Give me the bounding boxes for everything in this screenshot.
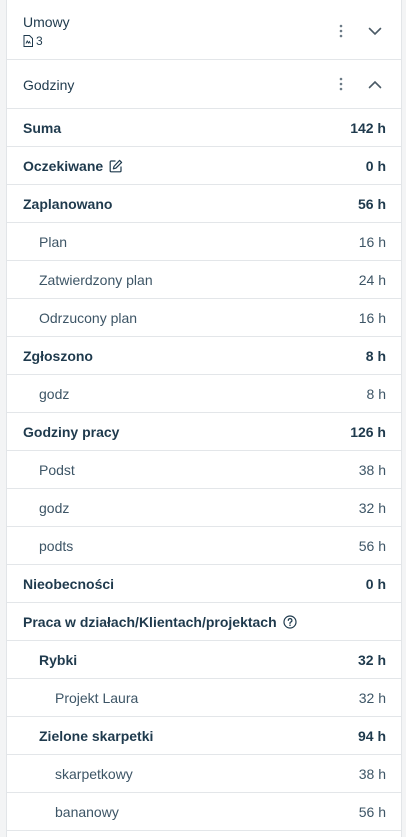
row-value: 24 h: [358, 272, 386, 288]
godziny-row: skarpetkowy 38 h: [7, 755, 401, 793]
godziny-row: Nieobecności 0 h: [7, 565, 401, 603]
row-label-text: Zatwierdzony plan: [39, 272, 153, 288]
godziny-row: Godziny pracy 126 h: [7, 413, 401, 451]
row-label: Oczekiwane: [23, 158, 123, 174]
umowy-count-value: 3: [36, 34, 43, 48]
row-label: godz: [39, 386, 69, 402]
row-label-text: Nieobecności: [23, 576, 115, 592]
godziny-row: Zatwierdzony plan 24 h: [7, 261, 401, 299]
row-label-text: podts: [39, 538, 74, 554]
row-label: skarpetkowy: [55, 766, 133, 782]
row-value: 8 h: [366, 386, 386, 402]
umowy-chevron-down-icon[interactable]: [363, 19, 387, 43]
row-value: 94 h: [357, 728, 386, 744]
godziny-row: Rybki 32 h: [7, 641, 401, 679]
row-label: podts: [39, 538, 73, 554]
godziny-summary-list: Suma 142 h Oczekiwane 0 h Zaplanowano 56 h Pla…: [7, 109, 401, 831]
godziny-row: Zgłoszono 8 h: [7, 337, 401, 375]
umowy-title: Umowy: [23, 14, 70, 30]
row-label: godz: [39, 500, 69, 516]
row-label: Odrzucony plan: [39, 310, 137, 326]
godziny-row: Praca w działach/Klientach/projektach: [7, 603, 401, 641]
row-label: Zaplanowano: [23, 196, 112, 212]
row-label-text: godz: [39, 500, 70, 516]
document-icon: [23, 35, 33, 47]
row-label-text: Suma: [23, 120, 62, 136]
row-label-text: Godziny pracy: [23, 424, 120, 440]
row-label-text: Zaplanowano: [23, 196, 113, 212]
godziny-row: godz 8 h: [7, 375, 401, 413]
row-label: Zielone skarpetki: [39, 728, 153, 744]
row-label: Projekt Laura: [55, 690, 138, 706]
godziny-row: Odrzucony plan 16 h: [7, 299, 401, 337]
side-panel: Umowy 3 Godziny Suma 142 h Oczekiwane 0 h Za…: [6, 0, 402, 837]
row-value: 38 h: [358, 462, 386, 478]
row-value: 56 h: [358, 538, 386, 554]
godziny-chevron-up-icon[interactable]: [363, 72, 387, 96]
row-label: Podst: [39, 462, 75, 478]
godziny-row: bananowy 56 h: [7, 793, 401, 831]
row-value: 32 h: [358, 690, 386, 706]
godziny-row: Oczekiwane 0 h: [7, 147, 401, 185]
row-label-text: Podst: [39, 462, 75, 478]
godziny-row: Projekt Laura 32 h: [7, 679, 401, 717]
edit-icon[interactable]: [109, 159, 123, 173]
row-label-text: Oczekiwane: [23, 158, 104, 174]
row-value: 16 h: [358, 234, 386, 250]
godziny-more-options-icon[interactable]: [329, 72, 353, 96]
row-label: Suma: [23, 120, 61, 136]
row-label-text: Zielone skarpetki: [39, 728, 154, 744]
row-label-text: Plan: [39, 234, 68, 250]
row-label-text: Projekt Laura: [55, 690, 139, 706]
row-label: bananowy: [55, 804, 119, 820]
row-label-text: Praca w działach/Klientach/projektach: [23, 614, 277, 630]
row-value: 56 h: [358, 804, 386, 820]
row-value: 32 h: [358, 500, 386, 516]
row-label: Godziny pracy: [23, 424, 119, 440]
godziny-row: Plan 16 h: [7, 223, 401, 261]
godziny-section-header[interactable]: Godziny: [7, 60, 401, 109]
row-value: 8 h: [365, 348, 386, 364]
row-label: Plan: [39, 234, 67, 250]
row-label: Zgłoszono: [23, 348, 93, 364]
row-value: 56 h: [357, 196, 386, 212]
row-value: 142 h: [350, 120, 386, 136]
row-label: Zatwierdzony plan: [39, 272, 153, 288]
row-value: 16 h: [358, 310, 386, 326]
row-label: Rybki: [39, 652, 77, 668]
row-label-text: skarpetkowy: [55, 766, 133, 782]
umowy-section-header[interactable]: Umowy 3: [7, 0, 401, 60]
row-label-text: Odrzucony plan: [39, 310, 138, 326]
row-value: 0 h: [365, 158, 386, 174]
row-value: 126 h: [350, 424, 386, 440]
row-label-text: Zgłoszono: [23, 348, 93, 364]
help-circle-icon[interactable]: [283, 615, 297, 629]
row-label: Nieobecności: [23, 576, 114, 592]
godziny-row: podts 56 h: [7, 527, 401, 565]
row-value: 0 h: [365, 576, 386, 592]
godziny-row: Zaplanowano 56 h: [7, 185, 401, 223]
godziny-row: Suma 142 h: [7, 109, 401, 147]
godziny-row: Zielone skarpetki 94 h: [7, 717, 401, 755]
row-value: 32 h: [357, 652, 386, 668]
row-label-text: godz: [39, 386, 70, 402]
row-label-text: Rybki: [39, 652, 78, 668]
godziny-title: Godziny: [23, 77, 75, 93]
row-label-text: bananowy: [55, 804, 119, 820]
umowy-document-count: 3: [23, 34, 43, 48]
godziny-row: godz 32 h: [7, 489, 401, 527]
row-label: Praca w działach/Klientach/projektach: [23, 614, 297, 630]
row-value: 38 h: [358, 766, 386, 782]
umowy-more-options-icon[interactable]: [329, 19, 353, 43]
godziny-row: Podst 38 h: [7, 451, 401, 489]
